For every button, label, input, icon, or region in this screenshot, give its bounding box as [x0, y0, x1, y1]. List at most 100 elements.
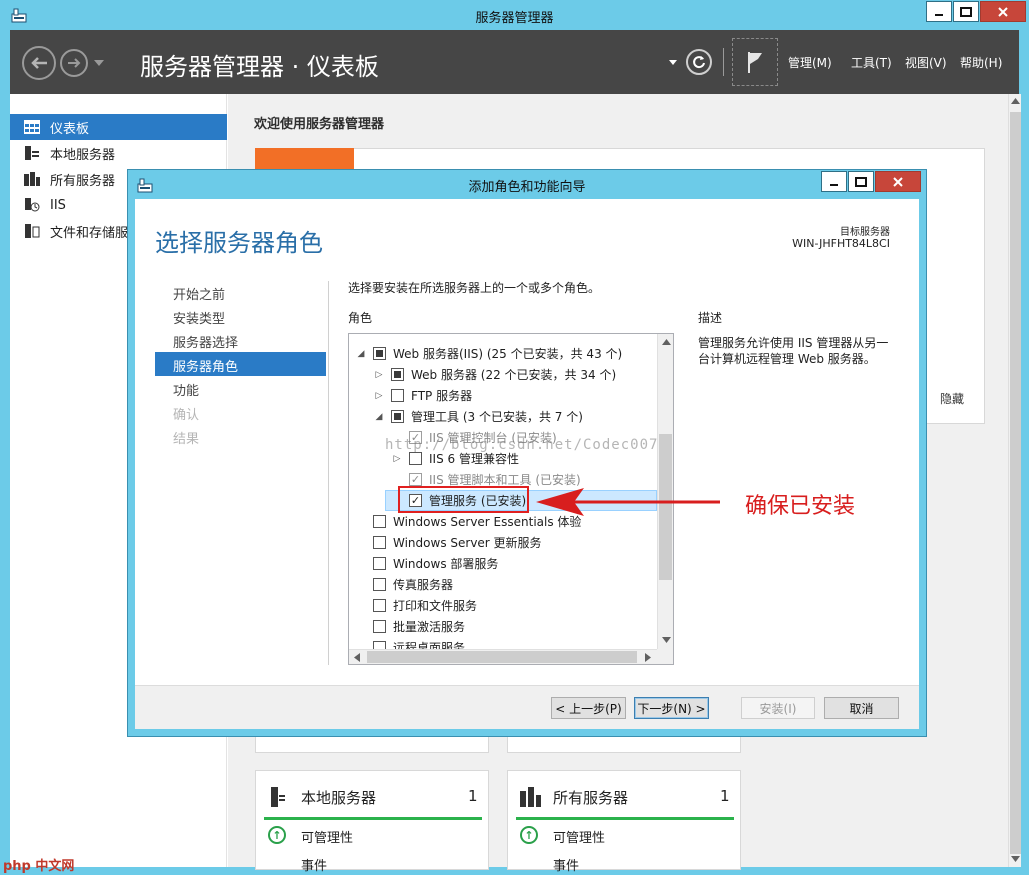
cancel-button[interactable]: 取消	[824, 697, 899, 719]
step-server-roles[interactable]: 服务器角色	[173, 356, 238, 375]
scroll-up-icon[interactable]	[662, 339, 671, 345]
back-button[interactable]	[22, 46, 56, 80]
scroll-right-icon[interactable]	[645, 653, 651, 662]
scroll-left-icon[interactable]	[354, 653, 360, 662]
tile-manageability[interactable]: 可管理性	[553, 827, 605, 846]
tile-local-server[interactable]: 本地服务器 1 ↑ 可管理性 事件	[255, 770, 489, 874]
step-server-selection[interactable]: 服务器选择	[173, 332, 238, 351]
role-row[interactable]: 打印和文件服务	[355, 595, 477, 616]
role-checkbox[interactable]	[373, 536, 386, 549]
back-arrow-icon	[31, 57, 47, 69]
expand-closed-icon[interactable]: ▷	[391, 454, 403, 464]
forward-button[interactable]	[60, 49, 88, 77]
step-installation-type[interactable]: 安装类型	[173, 308, 225, 327]
role-row[interactable]: ▷ FTP 服务器	[373, 385, 472, 406]
wizard-heading: 选择服务器角色	[155, 229, 323, 257]
status-bar	[516, 817, 734, 820]
role-label: 传真服务器	[393, 578, 454, 592]
role-checkbox[interactable]	[373, 515, 386, 528]
previous-button[interactable]: < 上一步(P)	[551, 697, 626, 719]
install-button: 安装(I)	[741, 697, 815, 719]
breadcrumb-dropdown-icon[interactable]	[669, 60, 677, 65]
maximize-button[interactable]	[953, 1, 979, 22]
content-scrollbar[interactable]	[1008, 94, 1021, 867]
steps-divider	[328, 281, 329, 665]
hide-link[interactable]: 隐藏	[940, 390, 964, 407]
description-label: 描述	[698, 311, 723, 325]
tile-all-servers[interactable]: 所有服务器 1 ↑ 可管理性 事件	[507, 770, 741, 874]
roles-hscroll-thumb[interactable]	[367, 651, 637, 663]
role-row[interactable]: Windows 部署服务	[355, 553, 498, 574]
roles-instructions: 选择要安装在所选服务器上的一个或多个角色。	[348, 281, 601, 295]
role-checkbox[interactable]	[373, 578, 386, 591]
role-checkbox[interactable]	[409, 452, 422, 465]
notifications-button[interactable]	[732, 38, 778, 86]
menu-help[interactable]: 帮助(H)	[960, 54, 1002, 71]
welcome-title: 欢迎使用服务器管理器	[254, 117, 385, 132]
servers-icon	[520, 787, 541, 807]
sidebar-item-local-server[interactable]: 本地服务器	[10, 140, 227, 166]
iis-icon	[25, 198, 40, 212]
dashboard-icon	[24, 120, 40, 134]
scroll-up-icon[interactable]	[1011, 98, 1020, 104]
wizard-minimize-button[interactable]	[821, 171, 847, 192]
expand-closed-icon[interactable]: ▷	[373, 370, 385, 380]
role-checkbox[interactable]	[391, 389, 404, 402]
tile-events[interactable]: 事件	[553, 855, 579, 874]
role-label: Windows Server 更新服务	[393, 536, 542, 550]
refresh-icon	[693, 56, 705, 69]
expand-open-icon[interactable]: ◢	[373, 412, 385, 422]
wizard-maximize-button[interactable]	[848, 171, 874, 192]
step-before-you-begin[interactable]: 开始之前	[173, 284, 225, 303]
menu-tools[interactable]: 工具(T)	[851, 54, 892, 71]
role-row[interactable]: ▷ Web 服务器 (22 个已安装，共 34 个)	[373, 364, 616, 385]
tile-title: 所有服务器	[553, 789, 629, 807]
refresh-button[interactable]	[686, 49, 712, 75]
scroll-down-icon[interactable]	[1011, 856, 1020, 862]
scroll-thumb[interactable]	[1010, 112, 1021, 854]
sidebar-item-label: 仪表板	[50, 121, 90, 137]
role-row[interactable]: ◢ Web 服务器(IIS) (25 个已安装，共 43 个)	[355, 343, 622, 364]
watermark: http://blog.csdn.net/Codec007	[385, 437, 659, 453]
role-checkbox: ✓	[409, 473, 422, 486]
menu-view[interactable]: 视图(V)	[905, 54, 947, 71]
sidebar-item-label: 本地服务器	[50, 147, 116, 163]
role-row[interactable]: ◢ 管理工具 (3 个已安装，共 7 个)	[373, 406, 583, 427]
role-row[interactable]: Windows Server 更新服务	[355, 532, 542, 553]
tile-events[interactable]: 事件	[301, 855, 327, 874]
role-checkbox[interactable]	[373, 620, 386, 633]
annotation-text: 确保已安装	[745, 494, 856, 519]
role-checkbox[interactable]	[373, 599, 386, 612]
minimize-button[interactable]	[926, 1, 952, 22]
tile-title: 本地服务器	[301, 789, 377, 807]
header-bar: 服务器管理器 · 仪表板 管理(M) 工具(T) 视图(V) 帮助(H)	[10, 30, 1019, 94]
status-bar	[264, 817, 482, 820]
step-features[interactable]: 功能	[173, 380, 199, 399]
expand-closed-icon[interactable]: ▷	[373, 391, 385, 401]
wizard-close-button[interactable]	[875, 171, 921, 192]
tile-count: 1	[720, 787, 730, 805]
role-row[interactable]: 传真服务器	[355, 574, 453, 595]
next-button[interactable]: 下一步(N) >	[634, 697, 709, 719]
role-label: Windows 部署服务	[393, 557, 499, 571]
status-up-icon: ↑	[520, 826, 538, 844]
role-checkbox[interactable]	[391, 410, 404, 423]
role-checkbox[interactable]	[373, 347, 386, 360]
sidebar-item-dashboard[interactable]: 仪表板	[10, 114, 227, 140]
history-dropdown-icon[interactable]	[94, 60, 104, 66]
annotation-highlight-box	[398, 486, 529, 513]
site-logo: php 中文网	[3, 859, 75, 874]
role-row[interactable]: 批量激活服务	[355, 616, 465, 637]
annotation-arrow	[536, 488, 720, 516]
roles-label: 角色	[348, 311, 373, 325]
tile-manageability[interactable]: 可管理性	[301, 827, 353, 846]
role-checkbox[interactable]	[391, 368, 404, 381]
role-label: 管理工具 (3 个已安装，共 7 个)	[411, 410, 583, 424]
menu-manage[interactable]: 管理(M)	[788, 54, 832, 71]
scroll-down-icon[interactable]	[662, 637, 671, 643]
role-checkbox[interactable]	[373, 557, 386, 570]
sidebar-item-label: 所有服务器	[50, 173, 116, 189]
expand-open-icon[interactable]: ◢	[355, 349, 367, 359]
close-button[interactable]	[980, 1, 1026, 22]
header-separator	[723, 48, 724, 76]
